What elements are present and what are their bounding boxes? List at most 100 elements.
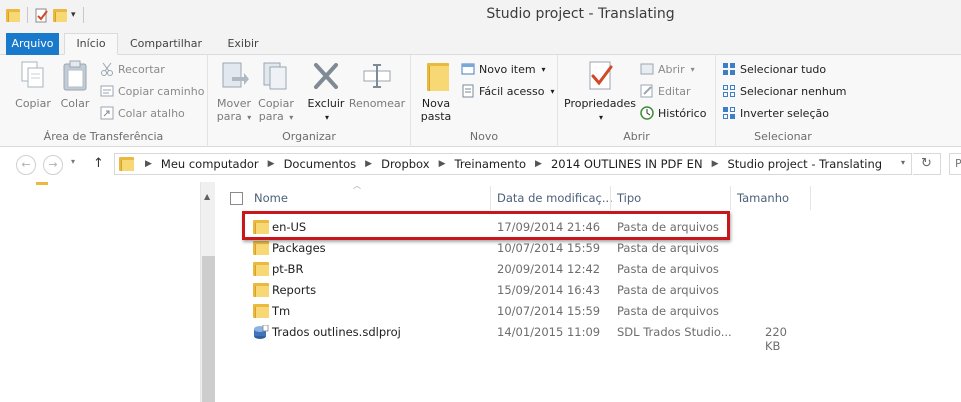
edit-button[interactable]: Editar — [640, 81, 691, 101]
breadcrumb-treinamento[interactable]: Treinamento — [454, 157, 526, 171]
open-button[interactable]: Abrir ▾ — [640, 59, 695, 79]
new-folder-label-1: Nova — [421, 97, 451, 110]
address-folder-icon — [119, 157, 134, 171]
address-bar[interactable]: ▶ Meu computador ▶ Documentos ▶ Dropbox … — [114, 153, 912, 175]
scrollbar-thumb[interactable] — [202, 256, 215, 402]
select-none-button[interactable]: Selecionar nenhum — [722, 81, 847, 101]
properties-button[interactable]: Propriedades ▾ — [564, 59, 636, 124]
new-item-button[interactable]: Novo item ▾ — [461, 59, 546, 79]
breadcrumb-meu-computador[interactable]: Meu computador — [161, 157, 259, 171]
clipboard-group: Copiar Colar Recortar Copiar caminho Col… — [0, 55, 208, 147]
copy-path-button[interactable]: Copiar caminho — [100, 81, 204, 101]
file-date: 15/09/2014 16:43 — [497, 283, 601, 297]
table-row[interactable]: Trados outlines.sdlproj 14/01/2015 11:09… — [240, 322, 800, 353]
easy-access-label: Fácil acesso — [479, 84, 545, 98]
invert-selection-button[interactable]: Inverter seleção — [722, 103, 829, 123]
breadcrumb-chevron-icon[interactable]: ▶ — [145, 159, 152, 169]
file-date: 10/07/2014 15:59 — [497, 241, 601, 255]
breadcrumb-chevron-icon[interactable]: ▶ — [712, 159, 719, 169]
column-date[interactable]: Data de modificaç... — [497, 186, 613, 210]
recent-locations-icon[interactable]: ▾ — [71, 157, 75, 166]
delete-label: Excluir — [307, 97, 345, 110]
new-group-label: Novo — [469, 130, 499, 143]
breadcrumb-chevron-icon[interactable]: ▶ — [439, 159, 446, 169]
open-group-label: Abrir — [623, 130, 650, 143]
column-divider[interactable] — [490, 186, 491, 210]
navigation-bar: ← → ▾ ↑ ▶ Meu computador ▶ Documentos ▶ … — [0, 147, 961, 182]
breadcrumb-chevron-icon[interactable]: ▶ — [365, 159, 372, 169]
navigation-scrollbar[interactable]: ▲ — [200, 182, 215, 402]
forward-arrow-icon: → — [48, 158, 58, 171]
table-row[interactable]: Reports 15/09/2014 16:43 Pasta de arquiv… — [240, 280, 800, 301]
history-button[interactable]: Histórico — [640, 103, 706, 123]
delete-button[interactable]: Excluir ▾ — [306, 59, 346, 124]
column-type[interactable]: Tipo — [617, 186, 641, 210]
nav-folder-icon — [36, 182, 48, 185]
refresh-button[interactable]: ↻ — [913, 153, 941, 175]
copy-button[interactable]: Copiar — [12, 59, 54, 110]
ribbon-tabs: Arquivo Início Compartilhar Exibir — [0, 31, 961, 55]
column-divider[interactable] — [730, 186, 731, 210]
rename-button[interactable]: Renomear — [348, 59, 406, 110]
new-folder-icon — [420, 59, 452, 93]
column-divider[interactable] — [810, 186, 811, 210]
copy-to-button[interactable]: Copiar para ▾ — [256, 59, 296, 124]
new-folder-button[interactable]: Nova pasta — [417, 59, 455, 123]
search-input[interactable]: P — [949, 153, 961, 175]
back-button[interactable]: ← — [16, 155, 36, 175]
paste-button[interactable]: Colar — [56, 59, 94, 110]
breadcrumb-chevron-icon[interactable]: ▶ — [535, 159, 542, 169]
table-row[interactable]: pt-BR 20/09/2014 12:42 Pasta de arquivos — [240, 259, 800, 280]
scroll-up-icon[interactable]: ▲ — [204, 192, 210, 201]
ribbon: Copiar Colar Recortar Copiar caminho Col… — [0, 55, 961, 147]
table-row[interactable]: Packages 10/07/2014 15:59 Pasta de arqui… — [240, 238, 800, 259]
folder-icon — [253, 262, 269, 276]
select-all-button[interactable]: Selecionar tudo — [722, 59, 826, 79]
refresh-icon: ↻ — [921, 156, 932, 171]
tab-arquivo[interactable]: Arquivo — [6, 33, 59, 55]
paste-icon — [59, 59, 91, 93]
paste-shortcut-button[interactable]: Colar atalho — [100, 103, 185, 123]
file-date: 10/07/2014 15:59 — [497, 304, 601, 318]
paste-shortcut-label: Colar atalho — [118, 106, 185, 120]
tab-exibir[interactable]: Exibir — [220, 34, 266, 55]
move-to-label-2: para ▾ — [216, 110, 252, 123]
copy-label: Copiar — [15, 97, 51, 110]
history-clock-icon — [640, 106, 654, 120]
tab-compartilhar[interactable]: Compartilhar — [126, 34, 206, 55]
file-date: 20/09/2014 12:42 — [497, 262, 601, 276]
breadcrumb-chevron-icon[interactable]: ▶ — [268, 159, 275, 169]
up-arrow-icon[interactable]: ↑ — [93, 156, 104, 171]
cut-button[interactable]: Recortar — [100, 59, 165, 79]
move-to-button[interactable]: Mover para ▾ — [214, 59, 254, 124]
breadcrumb-dropbox[interactable]: Dropbox — [381, 157, 429, 171]
column-size[interactable]: Tamanho — [737, 186, 789, 210]
breadcrumb: ▶ Meu computador ▶ Documentos ▶ Dropbox … — [136, 157, 882, 171]
history-label: Histórico — [658, 106, 707, 120]
navigation-pane[interactable] — [0, 182, 215, 402]
select-all-checkbox[interactable] — [230, 192, 243, 205]
easy-access-dropdown-icon: ▾ — [550, 86, 555, 96]
open-group: Propriedades ▾ Abrir ▾ Editar Histórico A… — [558, 55, 716, 147]
select-all-icon — [722, 62, 736, 76]
title-bar: ▾ Studio project - Translating — [0, 0, 961, 31]
delete-dropdown-icon[interactable]: ▾ — [306, 110, 346, 124]
clipboard-group-label: Área de Transferência — [43, 130, 164, 143]
new-item-label: Novo item — [479, 62, 536, 76]
address-dropdown-icon[interactable]: ▾ — [901, 158, 905, 167]
back-arrow-icon: ← — [21, 158, 31, 171]
select-group-label: Selecionar — [754, 130, 812, 143]
sort-indicator-icon: ︿ — [353, 181, 361, 190]
tab-inicio[interactable]: Início — [64, 33, 118, 55]
organize-group: Mover para ▾ Copiar para ▾ Excluir ▾ Ren… — [208, 55, 411, 147]
easy-access-button[interactable]: Fácil acesso ▾ — [461, 81, 554, 101]
breadcrumb-studio-project[interactable]: Studio project - Translating — [727, 157, 882, 171]
copy-to-label-1: Copiar — [258, 97, 294, 110]
properties-dropdown-icon[interactable]: ▾ — [564, 110, 636, 124]
column-divider[interactable] — [610, 186, 611, 210]
breadcrumb-documentos[interactable]: Documentos — [284, 157, 357, 171]
forward-button[interactable]: → — [43, 155, 63, 175]
table-row[interactable]: Tm 10/07/2014 15:59 Pasta de arquivos — [240, 301, 800, 322]
column-name[interactable]: Nome — [254, 186, 288, 210]
breadcrumb-2014-outlines[interactable]: 2014 OUTLINES IN PDF EN — [551, 157, 703, 171]
